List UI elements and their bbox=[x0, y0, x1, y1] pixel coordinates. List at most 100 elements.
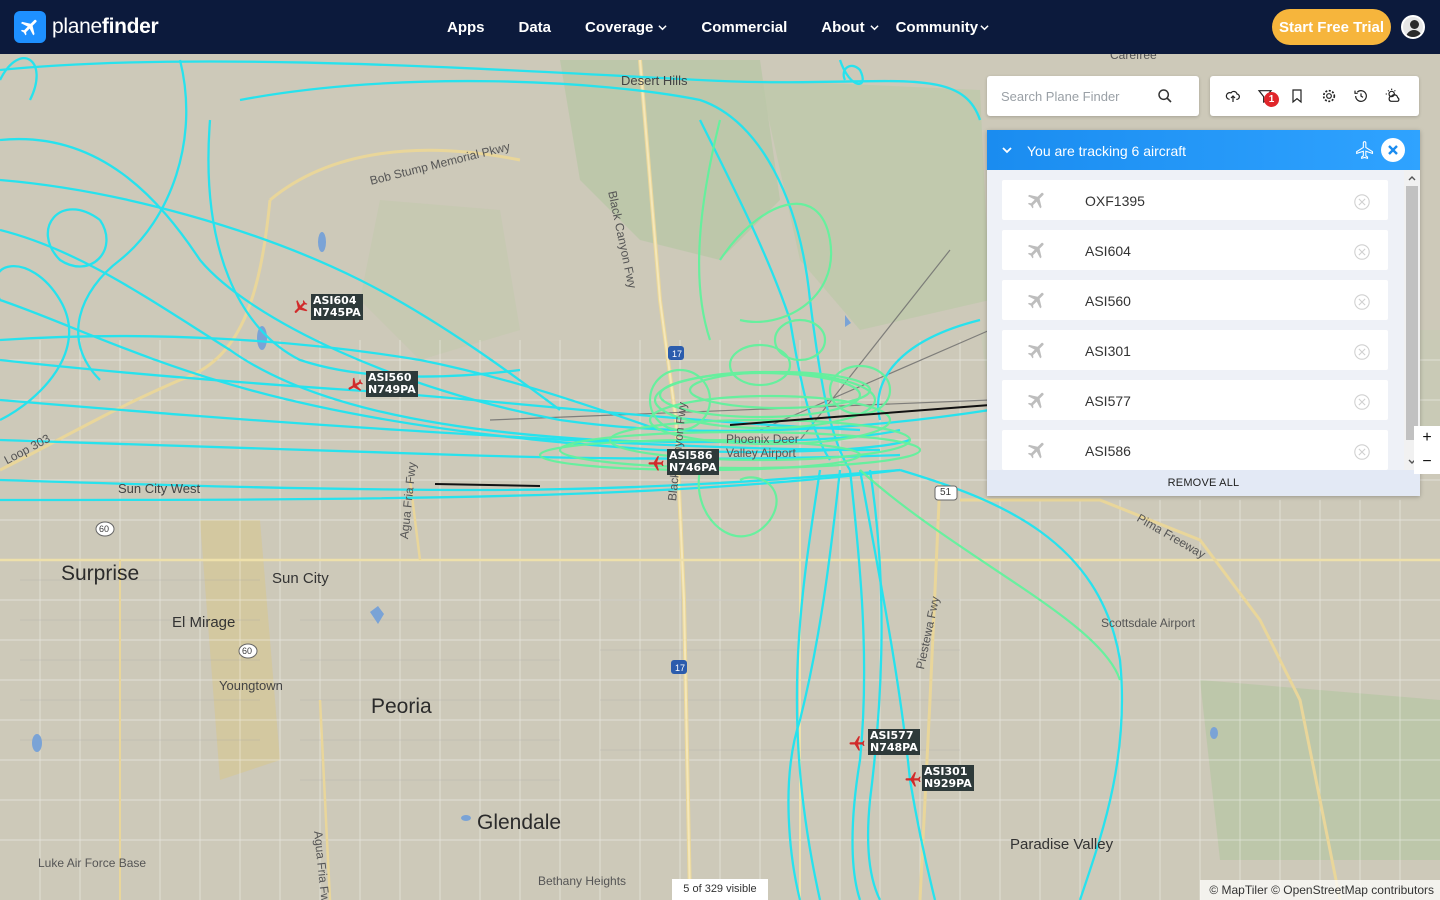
aircraft-marker-icon[interactable] bbox=[904, 770, 922, 788]
airplane-icon bbox=[1356, 141, 1374, 160]
aircraft-marker-icon[interactable] bbox=[346, 376, 364, 394]
nav-about[interactable]: About bbox=[821, 19, 879, 36]
brand-logo[interactable]: planefinder bbox=[14, 11, 159, 43]
tracked-callsign: OXF1395 bbox=[1085, 193, 1145, 209]
place-surprise: Surprise bbox=[61, 562, 140, 585]
list-item[interactable]: OXF1395 bbox=[1002, 180, 1388, 220]
list-item[interactable]: ASI577 bbox=[1002, 380, 1388, 420]
highway-label-60: 60 bbox=[99, 524, 110, 534]
planefinder-logo-icon bbox=[14, 11, 46, 43]
list-item[interactable]: ASI560 bbox=[1002, 280, 1388, 320]
aircraft-tag-asi577[interactable]: ASI577 N748PA bbox=[868, 729, 920, 755]
place-youngtown: Youngtown bbox=[219, 678, 283, 693]
map-toolbar bbox=[1210, 76, 1419, 116]
place-sun-city-west: Sun City West bbox=[118, 481, 201, 496]
remove-circle-icon[interactable] bbox=[1353, 193, 1371, 211]
place-carefree: Carefree bbox=[1110, 54, 1157, 62]
history-icon[interactable] bbox=[1353, 88, 1369, 104]
remove-circle-icon[interactable] bbox=[1353, 243, 1371, 261]
remove-circle-icon[interactable] bbox=[1353, 293, 1371, 311]
place-peoria: Peoria bbox=[371, 695, 432, 718]
zoom-controls: + − bbox=[1414, 426, 1440, 474]
brand-name: planefinder bbox=[52, 15, 159, 38]
user-avatar[interactable] bbox=[1401, 15, 1425, 39]
list-item[interactable]: ASI301 bbox=[1002, 330, 1388, 370]
aircraft-tag-asi586[interactable]: ASI586 N746PA bbox=[667, 449, 719, 475]
place-glendale: Glendale bbox=[477, 811, 562, 834]
map-attribution[interactable]: © MapTiler © OpenStreetMap contributors bbox=[1200, 880, 1440, 900]
place-phoenix-deer-valley-airport: Phoenix Deer Valley Airport bbox=[726, 432, 799, 460]
tracking-panel-title: You are tracking 6 aircraft bbox=[1027, 143, 1187, 159]
cloud-upload-icon[interactable] bbox=[1225, 88, 1241, 104]
aircraft-tag-asi301[interactable]: ASI301 N929PA bbox=[922, 765, 974, 791]
place-bethany-heights: Bethany Heights bbox=[538, 874, 627, 888]
highway-label-17: 17 bbox=[672, 349, 683, 359]
avatar-body bbox=[1406, 30, 1422, 37]
tracking-panel: You are tracking 6 aircraft OXF1395 ASI6… bbox=[987, 130, 1420, 496]
place-luke-afb: Luke Air Force Base bbox=[38, 856, 147, 870]
remove-circle-icon[interactable] bbox=[1353, 443, 1371, 461]
aircraft-reg: N929PA bbox=[924, 777, 972, 790]
chevron-up-icon[interactable] bbox=[1408, 174, 1416, 182]
tracking-list-scrollbar[interactable] bbox=[1404, 170, 1420, 470]
bookmark-icon[interactable] bbox=[1289, 88, 1305, 104]
start-free-trial-button[interactable]: Start Free Trial bbox=[1272, 9, 1391, 45]
search-panel bbox=[987, 76, 1199, 116]
tracked-aircraft-list: OXF1395 ASI604 ASI560 ASI301 ASI577 ASI5… bbox=[987, 170, 1420, 470]
close-tracking-button[interactable] bbox=[1381, 138, 1405, 162]
filter-count-badge: 1 bbox=[1264, 92, 1279, 107]
aircraft-marker-icon[interactable] bbox=[291, 298, 309, 316]
aircraft-marker-icon[interactable] bbox=[848, 734, 866, 752]
tracked-callsign: ASI577 bbox=[1085, 393, 1131, 409]
aircraft-tag-asi604[interactable]: ASI604 N745PA bbox=[311, 294, 363, 320]
aircraft-reg: N749PA bbox=[368, 383, 416, 396]
place-sun-city: Sun City bbox=[272, 570, 329, 587]
chevron-down-icon bbox=[869, 24, 879, 30]
airplane-icon bbox=[1027, 242, 1044, 259]
airplane-icon bbox=[1027, 292, 1044, 309]
aircraft-tag-asi560[interactable]: ASI560 N749PA bbox=[366, 371, 418, 397]
top-navbar: planefinder Apps Data Coverage Commercia… bbox=[0, 0, 1440, 54]
highway-label-60: 60 bbox=[242, 646, 253, 656]
nav-community[interactable]: Community bbox=[896, 19, 990, 36]
aircraft-reg: N748PA bbox=[870, 741, 918, 754]
zoom-in-button[interactable]: + bbox=[1414, 426, 1440, 450]
tracking-panel-header: You are tracking 6 aircraft bbox=[987, 130, 1420, 170]
avatar-head bbox=[1410, 20, 1419, 29]
tracked-callsign: ASI586 bbox=[1085, 443, 1131, 459]
nav-commercial[interactable]: Commercial bbox=[701, 19, 787, 36]
nav-data[interactable]: Data bbox=[519, 19, 552, 36]
list-item[interactable]: ASI604 bbox=[1002, 230, 1388, 270]
place-el-mirage: El Mirage bbox=[172, 614, 236, 631]
airplane-icon bbox=[1027, 442, 1044, 459]
search-input[interactable] bbox=[1001, 86, 1166, 106]
airplane-icon bbox=[1027, 192, 1044, 209]
list-item[interactable]: ASI586 bbox=[1002, 430, 1388, 470]
zoom-out-button[interactable]: − bbox=[1414, 450, 1440, 474]
scrollbar-thumb[interactable] bbox=[1406, 186, 1418, 440]
aircraft-reg: N746PA bbox=[669, 461, 717, 474]
place-paradise-valley: Paradise Valley bbox=[1010, 836, 1114, 853]
gear-icon[interactable] bbox=[1321, 88, 1337, 104]
search-icon[interactable] bbox=[1157, 88, 1173, 104]
chevron-down-icon[interactable] bbox=[1001, 144, 1013, 156]
tracked-callsign: ASI560 bbox=[1085, 293, 1131, 309]
airplane-icon bbox=[1027, 342, 1044, 359]
main-menu: Apps Data Coverage Commercial About Comm… bbox=[430, 0, 1006, 54]
remove-circle-icon[interactable] bbox=[1353, 343, 1371, 361]
aircraft-reg: N745PA bbox=[313, 306, 361, 319]
remove-all-button[interactable]: REMOVE ALL bbox=[987, 470, 1420, 496]
nav-apps[interactable]: Apps bbox=[447, 19, 485, 36]
close-icon bbox=[1388, 145, 1398, 155]
highway-label-51: 51 bbox=[940, 487, 952, 498]
nav-coverage[interactable]: Coverage bbox=[585, 19, 667, 36]
tracked-callsign: ASI604 bbox=[1085, 243, 1131, 259]
airplane-icon bbox=[1027, 392, 1044, 409]
place-desert-hills: Desert Hills bbox=[621, 73, 688, 88]
weather-icon[interactable] bbox=[1385, 88, 1401, 104]
visible-aircraft-count: 5 of 329 visible bbox=[672, 879, 768, 900]
tracked-callsign: ASI301 bbox=[1085, 343, 1131, 359]
highway-label-17: 17 bbox=[675, 663, 686, 673]
aircraft-marker-icon[interactable] bbox=[647, 454, 665, 472]
remove-circle-icon[interactable] bbox=[1353, 393, 1371, 411]
